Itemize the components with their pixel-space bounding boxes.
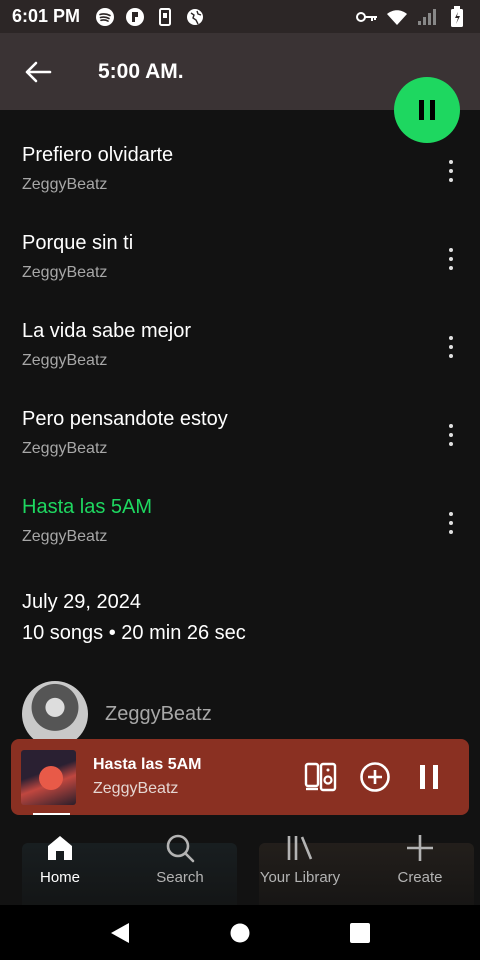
home-icon (48, 836, 72, 860)
track-artist: ZeggyBeatz (22, 528, 108, 545)
avatar (22, 681, 88, 747)
track-artist: ZeggyBeatz (22, 440, 108, 457)
status-time: 6:01 PM (12, 6, 81, 26)
triangle-back-icon (111, 922, 129, 943)
signal-icon (416, 6, 438, 28)
mini-player[interactable]: Hasta las 5AM ZeggyBeatz (11, 739, 469, 815)
track-list: Prefiero olvidarte ZeggyBeatz Porque sin… (0, 138, 480, 578)
track-row[interactable]: Porque sin ti ZeggyBeatz (0, 226, 480, 314)
nav-label: Home (39, 869, 80, 886)
search-icon (166, 834, 195, 863)
more-options-button[interactable] (444, 420, 458, 450)
system-home-button[interactable] (220, 913, 260, 953)
track-artist: ZeggyBeatz (22, 176, 108, 193)
circle-home-icon (230, 923, 250, 942)
square-recents-icon (350, 922, 370, 943)
connect-device-button[interactable] (303, 759, 339, 795)
speaker-device-icon (304, 762, 337, 792)
pause-button[interactable] (394, 77, 460, 143)
track-artist: ZeggyBeatz (22, 264, 108, 281)
track-title: Pero pensandote estoy (22, 408, 228, 430)
pause-icon (420, 765, 438, 789)
battery-icon (446, 5, 468, 28)
nav-search[interactable]: Search (120, 815, 240, 905)
status-bar: 6:01 PM (0, 0, 480, 33)
page-title: 5:00 AM. (98, 59, 184, 83)
album-meta: July 29, 2024 10 songs • 20 min 26 sec (22, 591, 246, 645)
playback-progress-bar (33, 813, 70, 815)
track-title: Porque sin ti (22, 232, 134, 254)
more-options-button[interactable] (444, 508, 458, 538)
nav-library[interactable]: Your Library (240, 815, 360, 905)
mini-pause-button[interactable] (411, 759, 447, 795)
nav-label: Your Library (259, 869, 341, 886)
system-nav-bar (0, 905, 480, 960)
track-title: La vida sabe mejor (22, 320, 191, 342)
track-title: Prefiero olvidarte (22, 144, 174, 166)
album-summary: 10 songs • 20 min 26 sec (22, 622, 246, 644)
album-art (21, 749, 76, 805)
release-date: July 29, 2024 (22, 591, 141, 613)
wifi-icon (386, 6, 408, 28)
more-options-button[interactable] (444, 332, 458, 362)
app-icon (124, 6, 146, 28)
pause-icon (419, 100, 435, 120)
arrow-left-icon (25, 61, 52, 82)
track-row-playing[interactable]: Hasta las 5AM ZeggyBeatz (0, 490, 480, 578)
track-row[interactable]: La vida sabe mejor ZeggyBeatz (0, 314, 480, 402)
key-icon (356, 6, 378, 28)
more-options-button[interactable] (444, 156, 458, 186)
track-title: Hasta las 5AM (22, 496, 153, 518)
mini-player-artist: ZeggyBeatz (93, 780, 179, 797)
nav-label: Search (156, 869, 204, 886)
track-row[interactable]: Pero pensandote estoy ZeggyBeatz (0, 402, 480, 490)
nav-home[interactable]: Home (0, 815, 120, 905)
more-options-button[interactable] (444, 244, 458, 274)
nav-label: Create (397, 869, 443, 886)
track-row[interactable]: Prefiero olvidarte ZeggyBeatz (0, 138, 480, 226)
track-artist: ZeggyBeatz (22, 352, 108, 369)
add-to-library-button[interactable] (357, 759, 393, 795)
mini-player-title: Hasta las 5AM (93, 756, 202, 773)
spotify-icon (94, 6, 116, 28)
plus-circle-icon (360, 762, 390, 792)
device-icon (154, 6, 176, 28)
system-back-button[interactable] (100, 913, 140, 953)
nav-create[interactable]: Create (360, 815, 480, 905)
artist-row[interactable]: ZeggyBeatz (22, 681, 212, 747)
plus-icon (407, 835, 433, 861)
bottom-nav: Home Search Your Library Create (0, 815, 480, 905)
back-button[interactable] (18, 52, 58, 92)
artist-name: ZeggyBeatz (105, 702, 212, 725)
vpn-globe-icon (184, 6, 206, 28)
library-icon (287, 836, 313, 860)
system-recents-button[interactable] (340, 913, 380, 953)
